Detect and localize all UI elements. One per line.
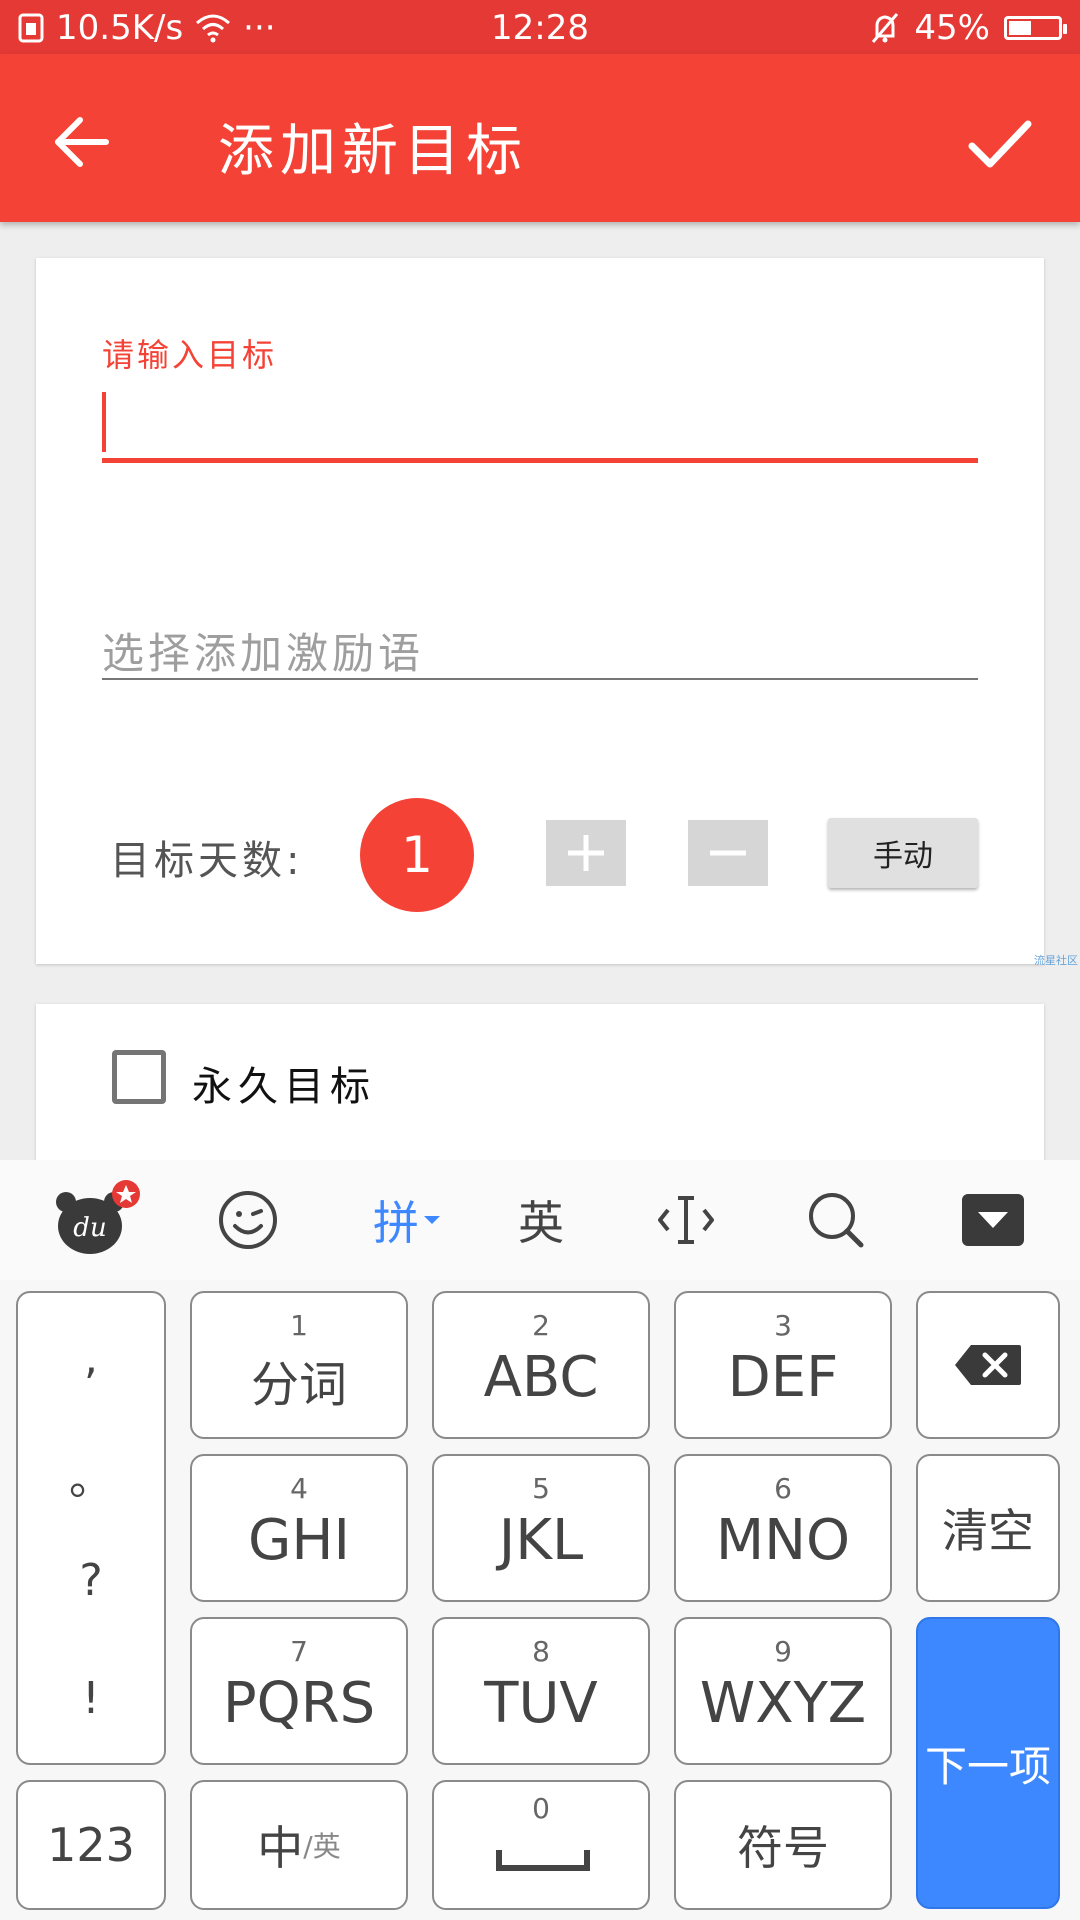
space-bar-icon <box>496 1850 590 1871</box>
pinyin-mode-button[interactable]: 拼 <box>362 1180 452 1260</box>
space-key[interactable]: 0 <box>432 1780 650 1910</box>
search-icon <box>809 1193 864 1248</box>
key-8[interactable]: 8 TUV <box>432 1617 650 1765</box>
key-number: 9 <box>774 1635 792 1668</box>
key-label: DEF <box>727 1345 839 1410</box>
key-number: 3 <box>774 1309 792 1342</box>
punct-exclaim[interactable]: ! <box>18 1673 164 1724</box>
hide-keyboard-button[interactable] <box>960 1180 1026 1260</box>
punct-question[interactable]: ? <box>18 1555 164 1606</box>
du-bear-logo-icon: du <box>56 1180 140 1254</box>
language-switch-key[interactable]: 中/英 <box>190 1780 408 1910</box>
key-label: 分词 <box>250 1357 347 1413</box>
lang-main-label: 中 <box>257 1821 304 1875</box>
key-label: GHI <box>247 1508 351 1573</box>
backspace-icon <box>955 1345 1021 1385</box>
status-bar: 10.5K/s ··· 12:28 45% <box>0 0 1080 54</box>
plus-icon <box>568 835 604 871</box>
key-7[interactable]: 7 PQRS <box>190 1617 408 1765</box>
key-6[interactable]: 6 MNO <box>674 1454 892 1602</box>
key-4[interactable]: 4 GHI <box>190 1454 408 1602</box>
keyboard-toolbar: du 拼 英 <box>0 1160 1080 1280</box>
search-button[interactable] <box>804 1180 868 1260</box>
symbols-key[interactable]: 符号 <box>674 1780 892 1910</box>
status-right: 45% <box>870 8 1067 48</box>
punct-comma[interactable]: , <box>18 1333 164 1384</box>
confirm-button[interactable] <box>960 104 1040 184</box>
key-label: WXYZ <box>699 1671 867 1736</box>
permanent-goal-checkbox[interactable] <box>112 1050 166 1104</box>
english-mode-button[interactable]: 英 <box>506 1180 576 1260</box>
back-button[interactable] <box>48 106 120 178</box>
key-label: JKL <box>498 1508 584 1573</box>
key-number: 8 <box>532 1635 550 1668</box>
key-2[interactable]: 2 ABC <box>432 1291 650 1439</box>
cursor-move-icon <box>658 1196 714 1244</box>
emoji-icon <box>219 1191 277 1249</box>
backspace-key[interactable] <box>916 1291 1060 1439</box>
key-number: 6 <box>774 1472 792 1505</box>
key-number: 2 <box>532 1309 550 1342</box>
key-label: MNO <box>715 1508 851 1573</box>
cursor-move-button[interactable] <box>654 1180 718 1260</box>
watermark: 流星社区 <box>1034 954 1078 967</box>
goal-input[interactable] <box>102 388 978 458</box>
punctuation-column[interactable]: , 。 ? ! <box>16 1291 166 1765</box>
goal-input-container[interactable] <box>102 388 978 463</box>
page-title: 添加新目标 <box>218 119 528 184</box>
permanent-goal-label: 永久目标 <box>192 1064 376 1110</box>
key-5[interactable]: 5 JKL <box>432 1454 650 1602</box>
increase-days-button[interactable] <box>546 820 626 886</box>
emoji-button[interactable] <box>212 1180 284 1260</box>
motto-select-field[interactable]: 选择添加激励语 <box>102 608 978 680</box>
key-label: ABC <box>483 1345 599 1410</box>
numeric-mode-key[interactable]: 123 <box>16 1780 166 1910</box>
mute-bell-icon <box>872 13 899 43</box>
minus-icon <box>710 850 746 856</box>
pinyin-label: 拼 <box>373 1196 419 1250</box>
key-3[interactable]: 3 DEF <box>674 1291 892 1439</box>
collapse-keyboard-icon <box>962 1194 1024 1246</box>
punct-period[interactable]: 。 <box>18 1443 164 1507</box>
du-logo-button[interactable]: du <box>48 1180 148 1260</box>
key-label: PQRS <box>222 1671 376 1736</box>
goal-input-label: 请输入目标 <box>102 336 278 374</box>
check-icon <box>968 120 1032 168</box>
battery-icon <box>1004 16 1067 40</box>
motto-placeholder: 选择添加激励语 <box>102 629 425 678</box>
caret-down-icon <box>424 1216 440 1224</box>
decrease-days-button[interactable] <box>688 820 768 886</box>
key-1[interactable]: 1 分词 <box>190 1291 408 1439</box>
goal-card: 请输入目标 选择添加激励语 目标天数: 1 手动 <box>36 258 1044 964</box>
key-number: 4 <box>290 1472 308 1505</box>
lang-sub-label: /英 <box>303 1830 341 1863</box>
target-days-value[interactable]: 1 <box>360 798 474 912</box>
target-days-label: 目标天数: <box>110 838 304 884</box>
key-9[interactable]: 9 WXYZ <box>674 1617 892 1765</box>
clear-key[interactable]: 清空 <box>916 1454 1060 1602</box>
svg-text:du: du <box>73 1213 106 1243</box>
key-label: TUV <box>484 1671 598 1736</box>
manual-input-button[interactable]: 手动 <box>828 818 978 888</box>
text-cursor <box>102 392 106 452</box>
key-number: 0 <box>532 1792 550 1825</box>
next-item-key[interactable]: 下一项 <box>916 1617 1060 1909</box>
key-number: 5 <box>532 1472 550 1505</box>
arrow-left-icon <box>55 117 109 167</box>
key-number: 1 <box>290 1309 308 1342</box>
key-number: 7 <box>290 1635 308 1668</box>
battery-percent: 45% <box>914 8 990 48</box>
app-bar: 添加新目标 <box>0 54 1080 222</box>
